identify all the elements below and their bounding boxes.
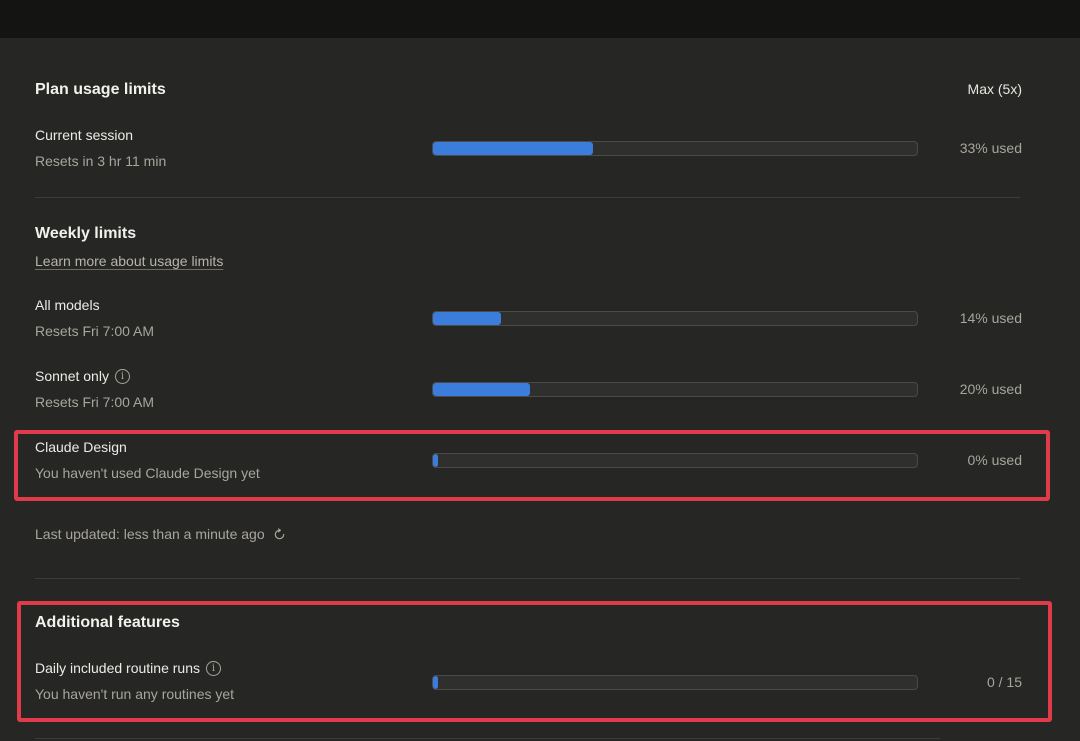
current-session-progress-fill bbox=[433, 142, 593, 155]
all-models-progress bbox=[432, 311, 918, 326]
routine-runs-label: Daily included routine runs i bbox=[35, 660, 221, 676]
current-session-reset: Resets in 3 hr 11 min bbox=[35, 153, 167, 169]
claude-design-label-text: Claude Design bbox=[35, 439, 127, 455]
refresh-icon[interactable] bbox=[273, 527, 286, 541]
sonnet-only-reset: Resets Fri 7:00 AM bbox=[35, 394, 155, 410]
current-session-label-text: Current session bbox=[35, 127, 134, 143]
current-session-progress bbox=[432, 141, 918, 156]
routine-runs-status: You haven't run any routines yet bbox=[35, 686, 235, 702]
divider bbox=[35, 197, 1020, 198]
claude-design-label: Claude Design bbox=[35, 439, 127, 455]
all-models-reset: Resets Fri 7:00 AM bbox=[35, 323, 155, 339]
sonnet-only-progress bbox=[432, 382, 918, 397]
all-models-percent: 14% used bbox=[959, 310, 1022, 326]
routine-runs-label-text: Daily included routine runs bbox=[35, 660, 200, 676]
weekly-limits-title: Weekly limits bbox=[35, 225, 137, 242]
last-updated-text: Last updated: less than a minute ago bbox=[35, 526, 265, 542]
top-bar bbox=[0, 0, 1080, 38]
sonnet-only-label: Sonnet only i bbox=[35, 368, 130, 384]
claude-design-progress-fill bbox=[433, 454, 438, 467]
all-models-label-text: All models bbox=[35, 297, 100, 313]
all-models-label: All models bbox=[35, 297, 100, 313]
claude-design-status: You haven't used Claude Design yet bbox=[35, 465, 260, 481]
sonnet-only-label-text: Sonnet only bbox=[35, 368, 109, 384]
last-updated: Last updated: less than a minute ago bbox=[35, 526, 286, 542]
additional-features-title: Additional features bbox=[35, 614, 180, 631]
plan-badge: Max (5x) bbox=[967, 81, 1022, 97]
claude-design-percent: 0% used bbox=[967, 452, 1022, 468]
routine-runs-count: 0 / 15 bbox=[986, 674, 1022, 690]
sonnet-only-percent: 20% used bbox=[959, 381, 1022, 397]
plan-usage-title: Plan usage limits bbox=[35, 81, 166, 98]
learn-more-link[interactable]: Learn more about usage limits bbox=[35, 253, 223, 269]
info-icon[interactable]: i bbox=[205, 660, 221, 676]
divider bbox=[35, 738, 940, 739]
all-models-progress-fill bbox=[433, 312, 501, 325]
claude-design-progress bbox=[432, 453, 918, 468]
routine-runs-progress bbox=[432, 675, 918, 690]
routine-runs-progress-fill bbox=[433, 676, 438, 689]
divider bbox=[35, 578, 1020, 579]
current-session-percent: 33% used bbox=[959, 140, 1022, 156]
info-icon[interactable]: i bbox=[114, 368, 130, 384]
sonnet-only-progress-fill bbox=[433, 383, 530, 396]
current-session-label: Current session bbox=[35, 127, 133, 143]
